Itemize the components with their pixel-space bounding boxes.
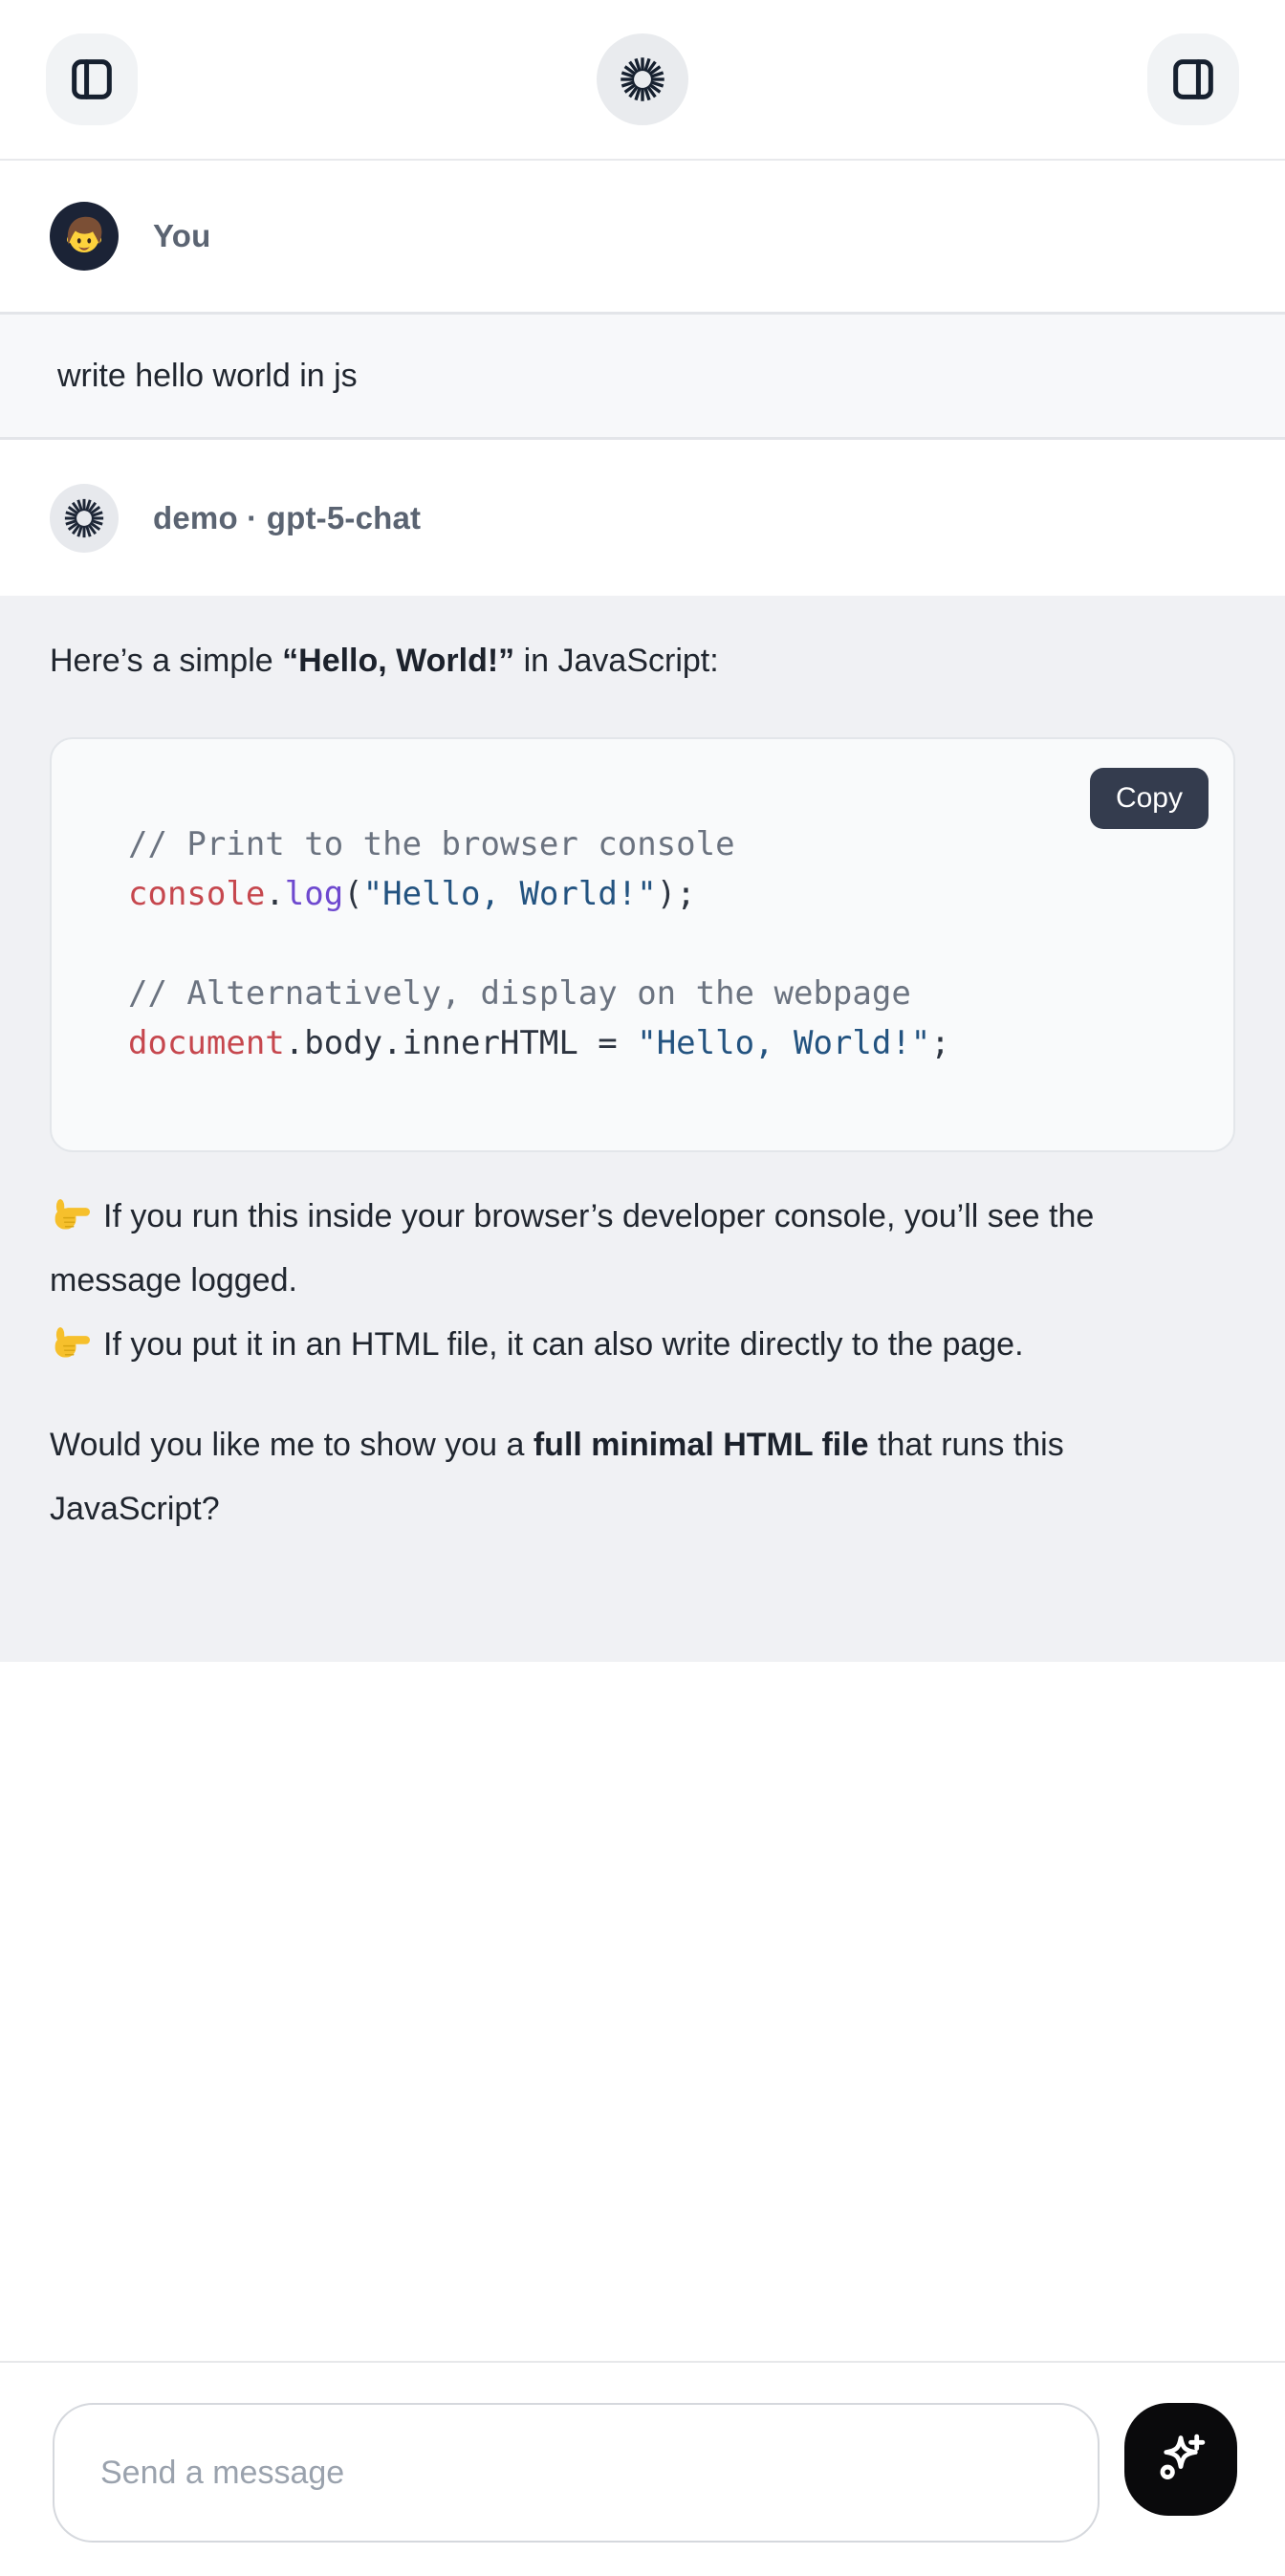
pointing-right-emoji-icon — [50, 1320, 92, 1358]
right-panel-toggle-button[interactable] — [1147, 33, 1239, 125]
sidebar-toggle-button[interactable] — [46, 33, 138, 125]
person-emoji-icon — [56, 207, 112, 267]
note-line: If you put it in an HTML file, it can al… — [50, 1313, 1149, 1377]
starburst-icon — [618, 55, 667, 104]
user-message-text: write hello world in js — [57, 358, 358, 395]
code-line: document.body.innerHTML = "Hello, World!… — [128, 1018, 1205, 1068]
code-line: // Print to the browser console — [128, 819, 1205, 869]
panel-left-icon — [68, 55, 116, 103]
assistant-message-band: Here’s a simple “Hello, World!” in JavaS… — [0, 596, 1285, 1662]
code-line-blank — [128, 919, 1205, 969]
top-bar — [0, 0, 1285, 161]
assistant-notes: If you run this inside your browser’s de… — [50, 1185, 1149, 1377]
user-avatar — [50, 202, 119, 271]
assistant-message: demo · gpt-5-chat Here’s a simple “Hello… — [0, 440, 1285, 1662]
user-message-header: You — [0, 161, 1285, 312]
code-block: Copy // Print to the browser consolecons… — [50, 737, 1235, 1152]
chat-app: You write hello world in js demo · gpt-5… — [0, 0, 1285, 2576]
assistant-intro-text: Here’s a simple “Hello, World!” in JavaS… — [50, 636, 1231, 686]
copy-button[interactable]: Copy — [1090, 768, 1209, 829]
code-line: // Alternatively, display on the webpage — [128, 969, 1205, 1018]
code-content: // Print to the browser consoleconsole.l… — [52, 739, 1233, 1150]
chat-scroll-area[interactable] — [0, 1662, 1285, 2361]
assistant-message-header: demo · gpt-5-chat — [0, 440, 1285, 596]
assistant-sender-label: demo · gpt-5-chat — [153, 500, 421, 536]
user-sender-label: You — [153, 218, 210, 254]
code-line: console.log("Hello, World!"); — [128, 869, 1205, 919]
sparkle-icon — [1151, 2429, 1210, 2491]
pointing-right-emoji-icon — [50, 1191, 92, 1230]
brand-spinner-button[interactable] — [597, 33, 688, 125]
user-message-band: write hello world in js — [0, 312, 1285, 440]
user-message: You write hello world in js — [0, 161, 1285, 440]
message-input[interactable] — [53, 2403, 1100, 2543]
send-button[interactable] — [1124, 2403, 1237, 2516]
panel-right-icon — [1169, 55, 1217, 103]
composer — [0, 2361, 1285, 2568]
note-line: If you run this inside your browser’s de… — [50, 1185, 1149, 1313]
assistant-question-text: Would you like me to show you a full min… — [50, 1413, 1149, 1541]
starburst-icon — [62, 496, 106, 540]
assistant-avatar — [50, 484, 119, 553]
